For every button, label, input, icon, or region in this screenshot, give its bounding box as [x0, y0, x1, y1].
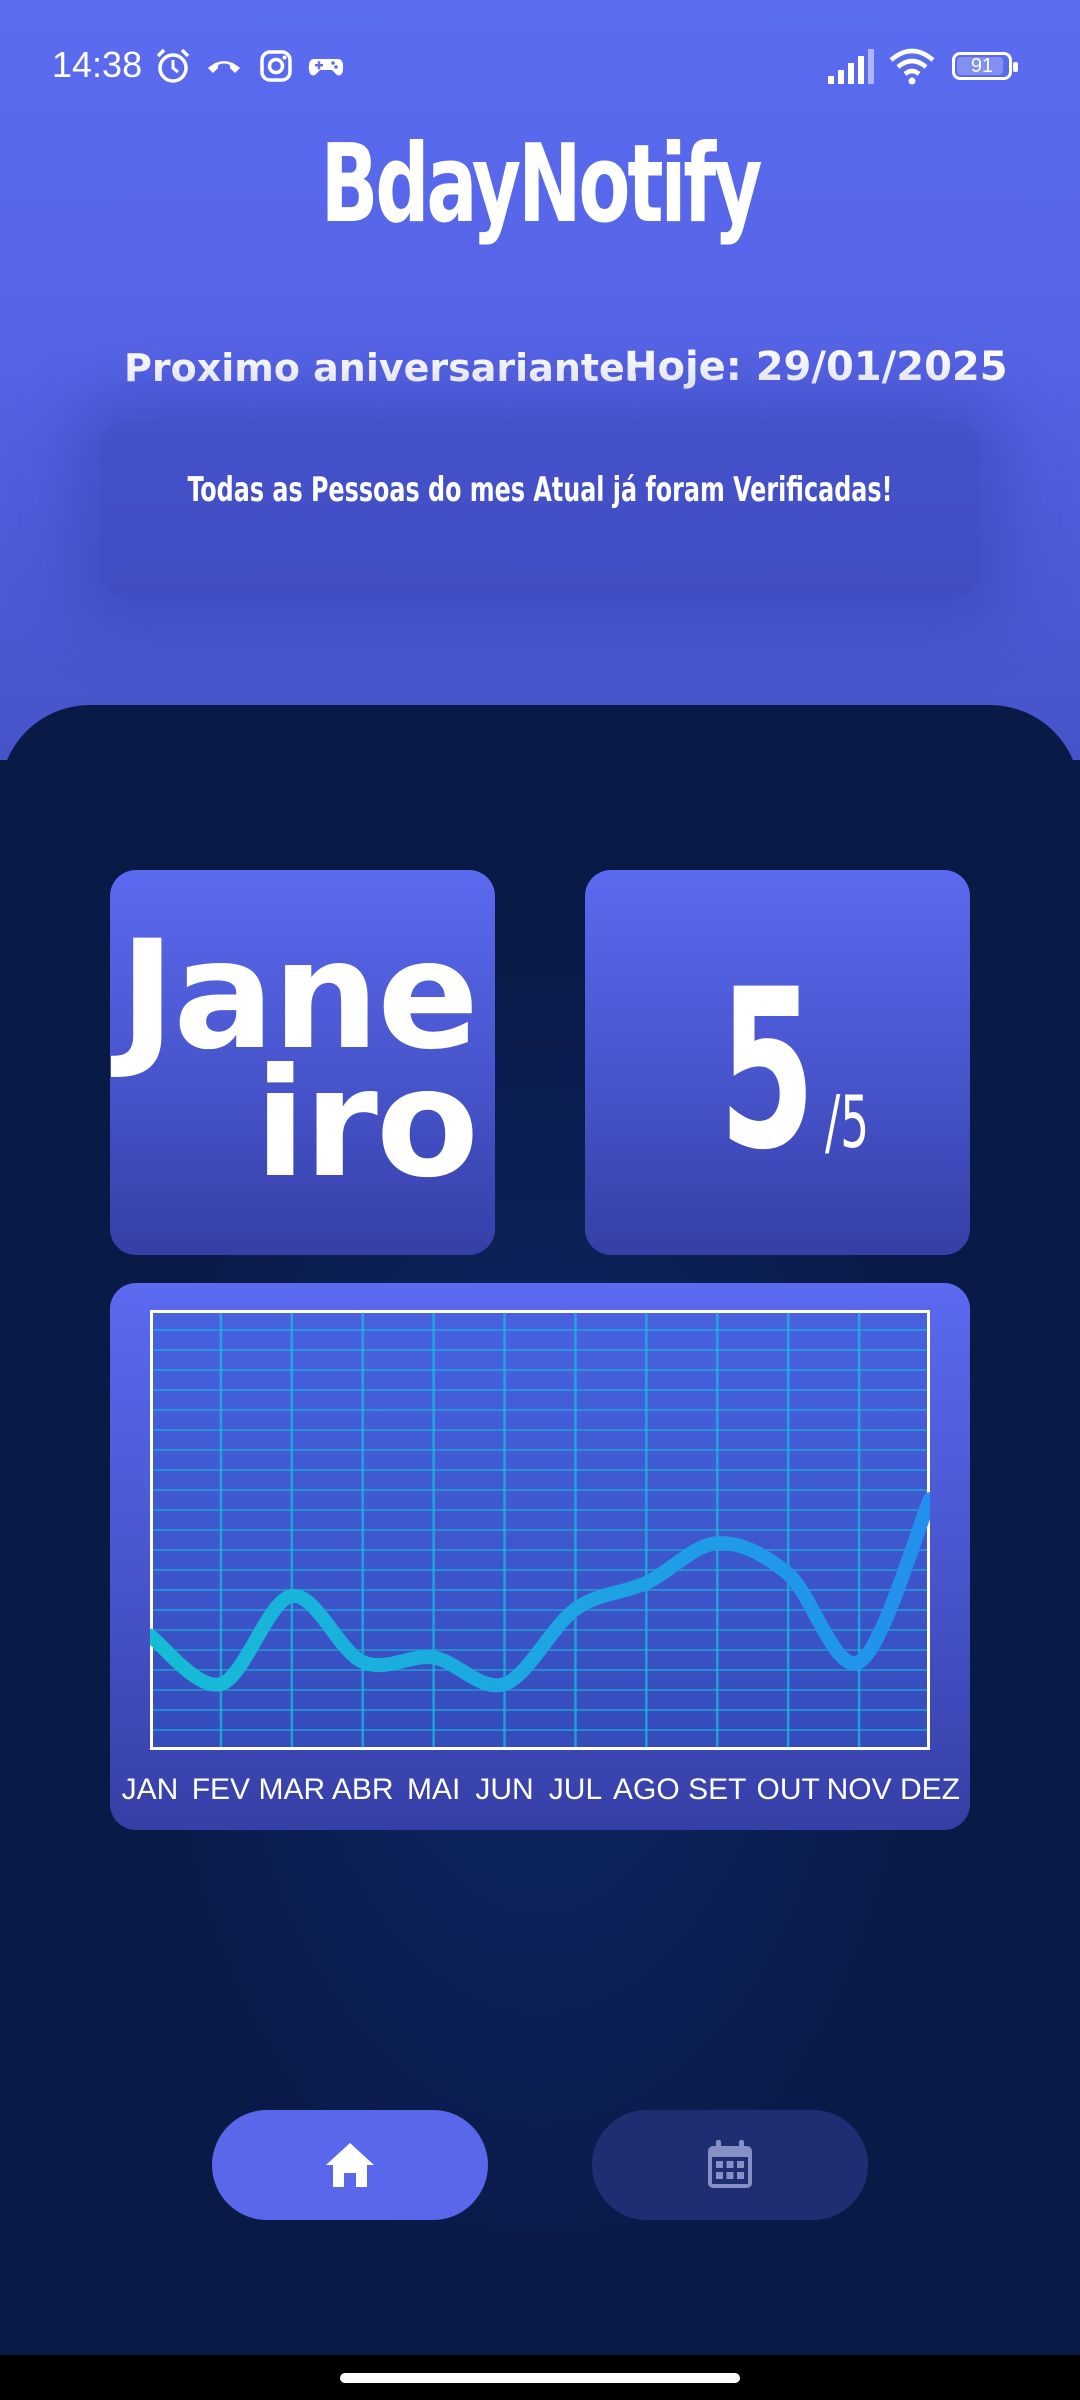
nav-home-button[interactable]: [212, 2110, 488, 2220]
alarm-icon: [156, 48, 190, 83]
x-tick-label: ABR: [331, 1773, 394, 1806]
verified-count: 5: [719, 942, 816, 1198]
x-tick-label: DEZ: [900, 1773, 960, 1806]
battery-level: 91: [970, 55, 994, 77]
data-point-abr: [362, 1661, 364, 1663]
calendar-icon: [708, 2140, 752, 2188]
data-point-mar: [291, 1595, 293, 1597]
total-count: /5: [825, 1080, 870, 1164]
x-tick-label: JAN: [121, 1773, 179, 1806]
x-tick-label: JUL: [548, 1773, 603, 1806]
system-navigation-bar: [0, 2355, 1080, 2400]
notice-message: Todas as Pessoas do mes Atual já foram V…: [187, 470, 893, 510]
current-month-name: Jane iro: [119, 921, 479, 1199]
data-point-nov: [858, 1661, 860, 1663]
x-tick-label: NOV: [826, 1773, 892, 1806]
app-title: BdayNotify: [320, 122, 763, 247]
call-icon: [208, 61, 240, 73]
x-tick-label: FEV: [191, 1773, 251, 1806]
x-tick-label: JUN: [475, 1773, 534, 1806]
x-tick-label: MAR: [258, 1773, 326, 1806]
x-tick-label: AGO: [613, 1773, 680, 1806]
next-birthday-label: Proximo aniversariante:: [124, 346, 641, 390]
status-time: 14:38: [52, 44, 143, 85]
next-birthday-card: [100, 420, 980, 600]
battery-indicator: 91: [952, 52, 1018, 80]
birthday-chart-card: JAN FEV MAR ABR MAI JUN JUL AGO SET OUT NOV DEZ: [110, 1283, 970, 1830]
x-tick-label: MAI: [406, 1773, 461, 1806]
chart-x-axis: JAN FEV MAR ABR MAI JUN JUL AGO SET OUT NOV DEZ: [110, 1773, 970, 1813]
nav-calendar-button[interactable]: [592, 2110, 868, 2220]
data-point-mai: [433, 1657, 435, 1659]
status-bar: 14:38 91: [0, 0, 1080, 130]
data-point-jun: [504, 1683, 506, 1685]
data-point-set: [716, 1542, 718, 1544]
data-point-jul: [574, 1608, 576, 1610]
data-point-out: [787, 1573, 789, 1575]
data-point-ago: [645, 1582, 647, 1584]
current-month-card: Jane iro: [110, 870, 495, 1255]
gamepad-icon: [308, 59, 344, 76]
wifi-icon: [889, 48, 935, 85]
x-tick-label: OUT: [756, 1773, 820, 1806]
instagram-icon: [260, 50, 292, 82]
data-point-fev: [220, 1683, 222, 1685]
x-tick-label: SET: [688, 1773, 747, 1806]
signal-icon: [828, 49, 874, 84]
birthday-line-chart: [150, 1310, 930, 1750]
verified-count-card: 5 /5: [585, 870, 970, 1255]
today-date: Hoje: 29/01/2025: [624, 344, 1008, 390]
home-gesture-handle[interactable]: [340, 2373, 740, 2383]
home-icon: [326, 2143, 374, 2187]
